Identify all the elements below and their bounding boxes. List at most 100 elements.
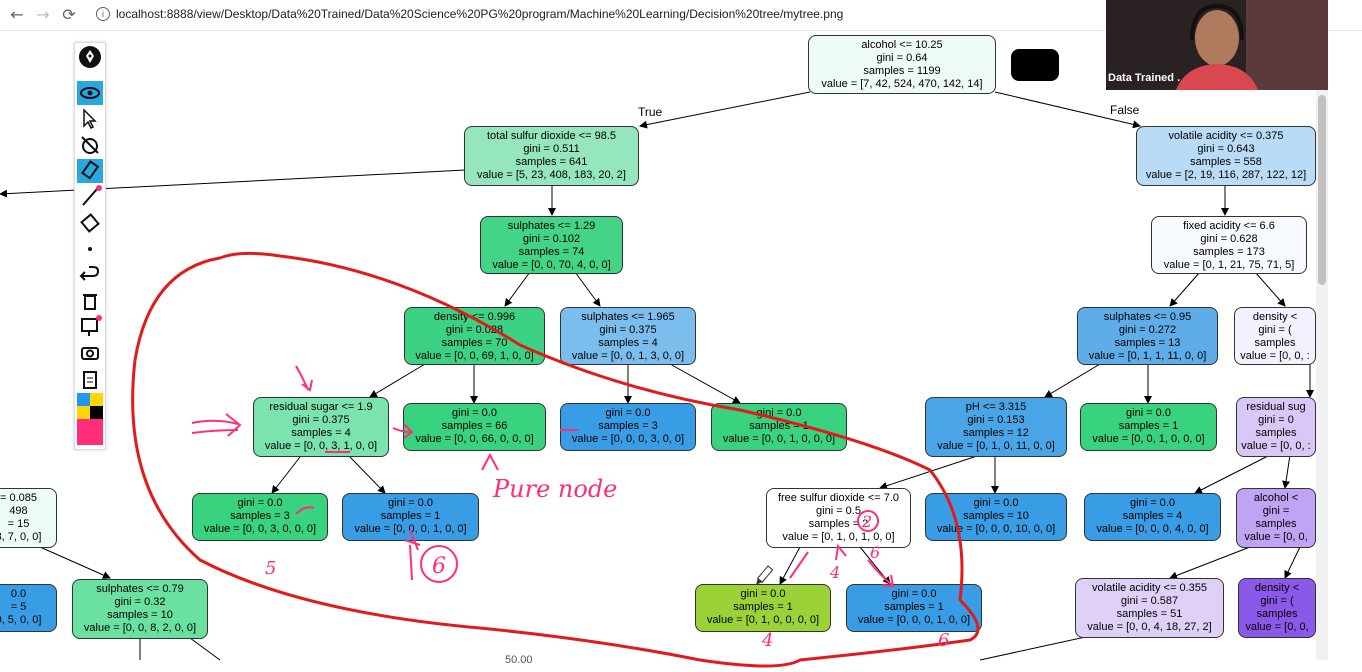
node-text-line: sulphates <= 0.79: [96, 583, 184, 595]
node-text-line: samples = 4: [598, 337, 658, 349]
tree-node: density < gini = (samples value = [0, 0, :: [1234, 307, 1316, 365]
node-text-line: fixed acidity <= 6.6: [1183, 220, 1275, 232]
node-text-line: gini = 0.0: [237, 497, 283, 509]
undo-icon[interactable]: [77, 263, 103, 287]
node-text-line: gini = 0.511: [523, 143, 580, 155]
tree-node: residual sugar <= 1.9 gini = 0.375 samples…: [253, 397, 389, 457]
eye-icon[interactable]: [77, 81, 103, 105]
node-text-line: value = [0, 0, 3, 0, 0, 0]: [203, 523, 317, 535]
node-text-line: sulphates <= 0.95: [1103, 311, 1192, 323]
node-text-line: samples = 13: [1114, 337, 1181, 349]
node-text-line: gini = 0.643: [1197, 143, 1255, 155]
node-text-line: value = [0, 0, 0, 1, 0, 0]: [857, 614, 971, 626]
node-text-line: value = [0, 0,: [1244, 531, 1308, 543]
node-text-line: samples = 3: [598, 420, 658, 432]
node-text-line: gini = 0.32: [114, 596, 166, 608]
clipboard-icon[interactable]: [77, 367, 103, 391]
tree-leaf: gini = 0.0 samples = 1 value = [0, 0, 1, 0…: [711, 403, 847, 451]
tree-leaf: gini = 0.0 samples = 1 value = [0, 1, 0, 0…: [695, 584, 831, 632]
node-text-line: gini = 0.0: [388, 497, 433, 509]
tree-node: alcohol < gini = samples value = [0, 0,: [1236, 488, 1316, 548]
node-text-line: value = [0, 0, 70, 4, 0, 0]: [492, 259, 611, 271]
node-text-line: value = [0, 0, :: [1240, 350, 1310, 362]
dot-icon[interactable]: [77, 237, 103, 261]
node-text-line: value = [0, 0, 0, 10, 0, 0]: [936, 523, 1056, 535]
node-text-line: samples: [1256, 608, 1298, 620]
node-text-line: value = [0, 0, 8, 2, 0, 0]: [83, 622, 197, 634]
node-text-line: gini = 0.0: [740, 588, 786, 600]
node-text-line: value = [0, 0, 3, 1, 0, 0]: [264, 440, 378, 452]
node-text-line: pH <= 3.315: [965, 401, 1027, 413]
node-text-line: residual sug: [1246, 401, 1306, 413]
node-text-line: gini =: [1262, 505, 1290, 517]
node-text-line: value = [0, 0, 0, 1, 0, 0]: [354, 523, 467, 535]
node-text-line: value = [7, 42, 524, 470, 142, 14]: [821, 78, 983, 90]
eraser-icon[interactable]: [77, 211, 103, 235]
tree-node: sulphates <= 1.29 gini = 0.102 samples = 7…: [480, 216, 623, 274]
node-text-line: samples = 4: [291, 427, 351, 439]
node-text-line: samples = 51: [1116, 608, 1183, 620]
highlighter-icon[interactable]: [77, 159, 103, 183]
node-text-line: samples = 1: [380, 510, 441, 522]
redaction-box: [1011, 49, 1059, 81]
node-text-line: density <: [1254, 582, 1300, 594]
node-text-line: value = [0, 0, 0, 4, 0, 0]: [1096, 523, 1209, 535]
node-text-line: samples = 1: [749, 420, 809, 432]
node-text-line: = 5: [10, 601, 27, 613]
scrollbar-thumb[interactable]: [1318, 95, 1326, 285]
node-text-line: value = [0, 0, 4, 18, 27, 2]: [1087, 621, 1212, 633]
node-text-line: volatile acidity <= 0.375: [1168, 130, 1284, 142]
edge-label-false: False: [1110, 103, 1140, 117]
node-text-line: value = [0, 0, 69, 1, 0, 0]: [415, 350, 534, 362]
trash-icon[interactable]: [77, 289, 103, 313]
node-text-line: gini = (: [1260, 595, 1294, 607]
webcam-label: Data Trained .: [1108, 72, 1181, 84]
node-text-line: value = [0, 1, 21, 75, 71, 5]: [1163, 259, 1295, 271]
tree-node: residual sug gini = 0 samples value = [0, 0…: [1236, 397, 1316, 457]
node-text-line: value = [0, 0, 1, 0, 0, 0]: [722, 433, 836, 445]
node-text-line: samples = 1: [1118, 420, 1179, 432]
node-text-line: gini = 0.272: [1118, 324, 1177, 336]
tree-node: sulphates <= 0.79 gini = 0.32 samples = 10…: [72, 579, 208, 639]
node-text-line: samples = 4: [1122, 510, 1183, 522]
eraser-off-icon[interactable]: [77, 133, 103, 157]
node-text-line: value = [0, 1, 0, 0, 0, 0]: [706, 614, 820, 626]
node-text-line: gini = 0.0: [605, 407, 651, 419]
color-palette-icon[interactable]: [77, 393, 103, 445]
tree-node: = 0.085 498 = 15 8, 7, 0, 0]: [0, 488, 57, 548]
tree-leaf: gini = 0.0 samples = 4 value = [0, 0, 0, 4…: [1084, 493, 1221, 541]
zoom-readout: 50.00: [505, 654, 533, 666]
node-text-line: value = [0, 0, :: [1241, 440, 1311, 452]
node-text-line: gini = 0.0: [973, 497, 1019, 509]
tree-node: volatile acidity <= 0.375 gini = 0.643 sam…: [1136, 126, 1316, 186]
cursor-icon[interactable]: [77, 107, 103, 131]
node-text-line: total sulfur dioxide <= 98.5: [486, 130, 617, 142]
node-text-line: value = [0, 0, 1, 3, 0, 0]: [571, 350, 685, 362]
tree-leaf: gini = 0.0 samples = 3 value = [0, 0, 3, 0…: [192, 493, 328, 541]
node-text-line: samples = 10: [963, 510, 1029, 522]
node-text-line: gini = 0.0: [756, 407, 802, 419]
node-text-line: = 15: [7, 518, 30, 530]
tree-leaf: gini = 0.0 samples = 3 value = [0, 0, 0, 3…: [560, 403, 696, 451]
pen-logo-icon[interactable]: [77, 45, 103, 69]
node-text-line: samples = 66: [441, 420, 508, 432]
camera-icon[interactable]: [77, 341, 103, 365]
whiteboard-icon[interactable]: [77, 315, 103, 339]
node-text-line: gini = 0.375: [599, 324, 657, 336]
line-icon[interactable]: [77, 185, 103, 209]
node-text-line: gini = 0.0: [1126, 407, 1171, 419]
node-text-line: samples = 3: [230, 510, 290, 522]
node-text-line: alcohol <: [1253, 492, 1299, 504]
tree-leaf: gini = 0.0 samples = 1 value = [0, 0, 0, 1…: [342, 493, 479, 541]
node-text-line: gini = 0.0: [891, 588, 937, 600]
node-text-line: value = [0, 0,: [1245, 621, 1309, 633]
tree-node: sulphates <= 1.965 gini = 0.375 samples = …: [560, 307, 696, 365]
node-text-line: samples: [1255, 427, 1297, 439]
tree-leaf: gini = 0.0 samples = 66 value = [0, 0, 66,…: [403, 403, 546, 451]
tree-node-root: alcohol <= 10.25 gini = 0.64 samples = 119…: [808, 35, 996, 94]
node-text-line: samples = 74: [518, 246, 585, 258]
node-text-line: samples = 1: [733, 601, 793, 613]
node-text-line: gini = 0.375: [292, 414, 350, 426]
annotation-toolbar: [74, 42, 106, 450]
tree-node: total sulfur dioxide <= 98.5 gini = 0.511…: [464, 126, 639, 186]
